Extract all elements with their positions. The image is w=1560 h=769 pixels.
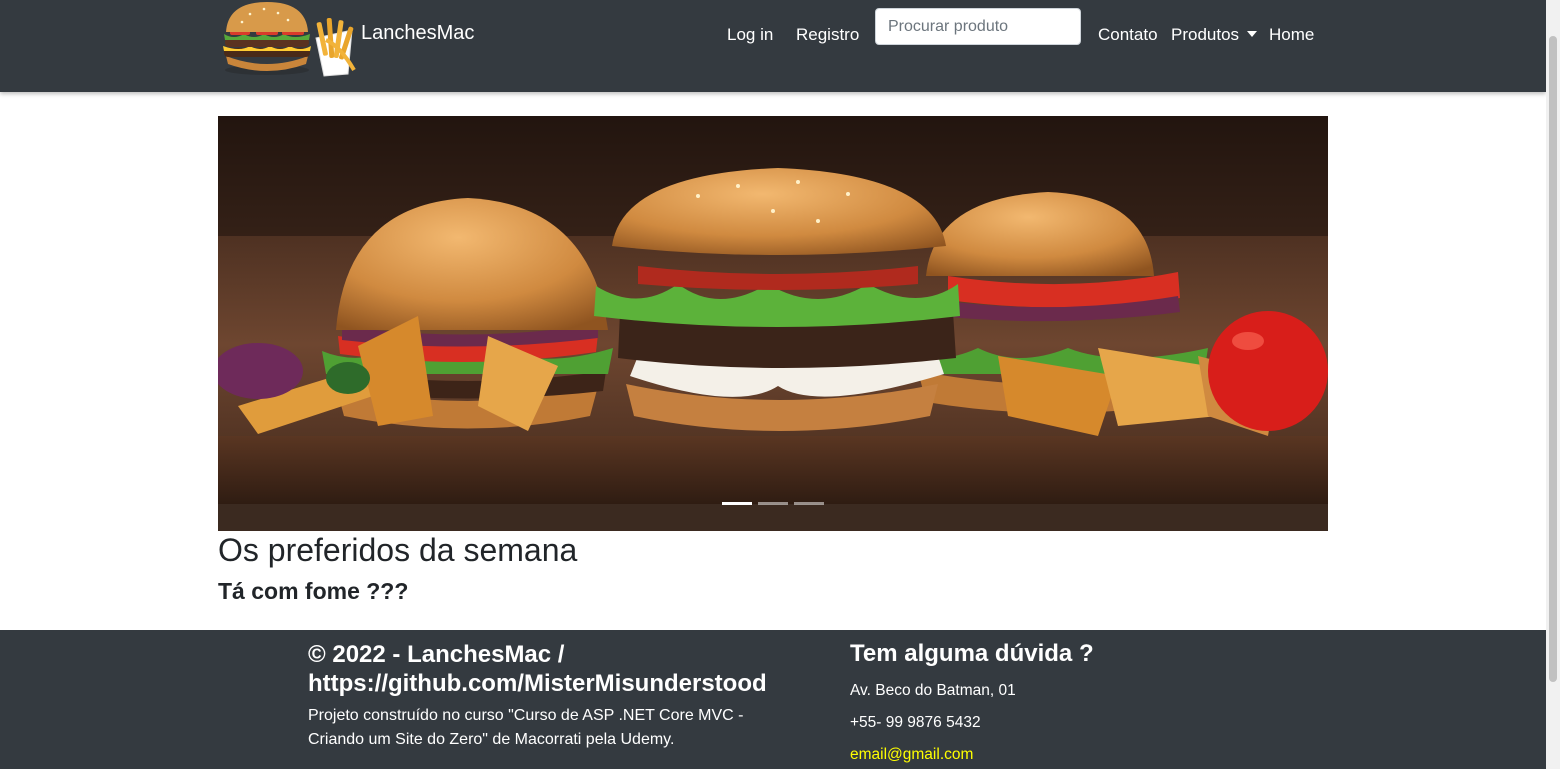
- nav-contact-link[interactable]: Contato: [1098, 25, 1158, 45]
- nav-home-link[interactable]: Home: [1269, 25, 1314, 45]
- caret-down-icon: [1247, 30, 1258, 37]
- hero-carousel[interactable]: [218, 116, 1328, 531]
- section-heading: Os preferidos da semana: [218, 532, 578, 568]
- footer-email-link[interactable]: email@gmail.com: [850, 746, 973, 763]
- navbar: LanchesMac Log in Registro Contato Produ…: [0, 0, 1546, 92]
- nav-register-link[interactable]: Registro: [796, 25, 859, 45]
- footer-phone: +55- 99 9876 5432: [850, 714, 981, 731]
- carousel-indicator-3[interactable]: [794, 502, 824, 505]
- burger-logo-icon[interactable]: [220, 0, 360, 78]
- nav-products-label: Produtos: [1171, 25, 1240, 44]
- scrollbar-thumb[interactable]: [1549, 36, 1557, 682]
- nav-products-dropdown[interactable]: Produtos: [1171, 25, 1258, 45]
- nav-login-link[interactable]: Log in: [727, 25, 773, 45]
- search-input[interactable]: [875, 8, 1081, 45]
- carousel-indicator-1[interactable]: [722, 502, 752, 505]
- brand-name[interactable]: LanchesMac: [361, 22, 474, 45]
- footer-address: Av. Beco do Batman, 01: [850, 682, 1016, 699]
- footer-question-heading: Tem alguma dúvida ?: [850, 640, 1094, 667]
- carousel-indicator-2[interactable]: [758, 502, 788, 505]
- vertical-scrollbar[interactable]: [1546, 0, 1560, 769]
- footer-copyright: © 2022 - LanchesMac / https://github.com…: [308, 641, 767, 697]
- footer-description: Projeto construído no curso "Curso de AS…: [308, 707, 744, 748]
- burgers-hero-image: [218, 116, 1328, 531]
- section-subheading: Tá com fome ???: [218, 578, 409, 604]
- footer: © 2022 - LanchesMac / https://github.com…: [0, 630, 1546, 769]
